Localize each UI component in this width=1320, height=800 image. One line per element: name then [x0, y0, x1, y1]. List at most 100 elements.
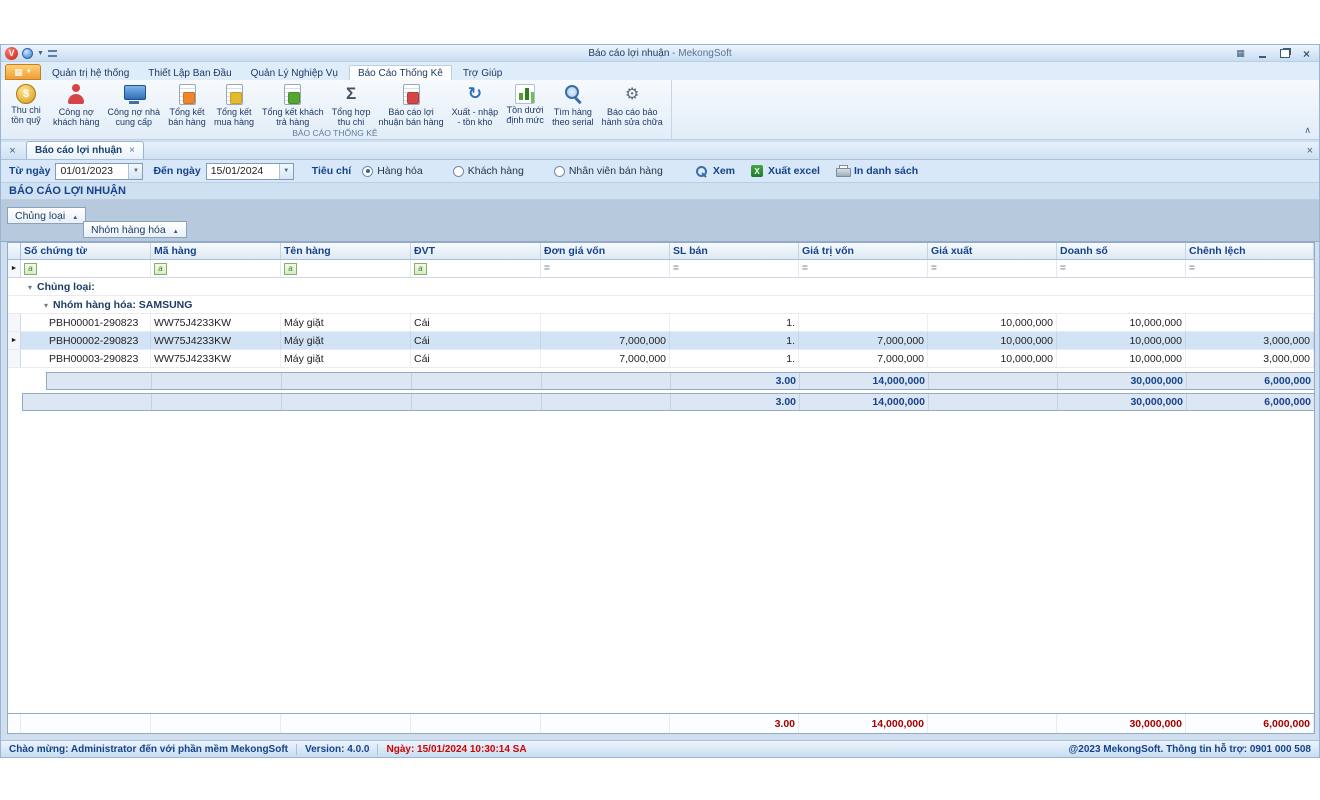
cell[interactable]: WW75J4233KW: [151, 314, 281, 331]
cell[interactable]: 1.: [670, 314, 799, 331]
tab-quan-ly-nghiep-vu[interactable]: Quản Lý Nghiệp Vụ: [243, 66, 346, 80]
ribbon-button-cong-no-nha-cung-cap[interactable]: Công nợ nhàcung cấp: [104, 81, 164, 128]
cell[interactable]: PBH00001-290823: [21, 314, 151, 331]
chevron-down-icon[interactable]: ▼: [37, 50, 44, 57]
app-logo-icon[interactable]: V: [5, 47, 18, 60]
cell[interactable]: 1.: [670, 332, 799, 349]
radio-hang-hoa[interactable]: Hàng hóa: [362, 165, 423, 177]
equals-filter-icon[interactable]: [544, 263, 550, 274]
cell[interactable]: PBH00002-290823: [21, 332, 151, 349]
cell[interactable]: 10,000,000: [928, 332, 1057, 349]
ribbon-button-bao-hanh-sua-chua[interactable]: Báo cáo bảohành sửa chữa: [598, 81, 667, 128]
table-row[interactable]: PBH00003-290823 WW75J4233KW Máy giặt Cái…: [8, 350, 1314, 368]
close-document-button[interactable]: ×: [1307, 145, 1313, 157]
column-header[interactable]: Doanh số: [1057, 243, 1186, 259]
ribbon-button-tong-ket-ban-hang[interactable]: Tổng kếtbán hàng: [164, 81, 210, 128]
auto-filter-row[interactable]: ►: [8, 260, 1314, 278]
text-filter-icon[interactable]: [284, 263, 297, 275]
cell[interactable]: 3,000,000: [1186, 350, 1314, 367]
tab-bao-cao-thong-ke[interactable]: Báo Cáo Thống Kê: [349, 65, 452, 80]
column-header[interactable]: ĐVT: [411, 243, 541, 259]
ribbon-button-ton-duoi-dinh-muc[interactable]: Tồn dướiđịnh mức: [502, 81, 548, 128]
radio-nhan-vien-ban-hang[interactable]: Nhân viên bán hàng: [554, 165, 663, 177]
column-header[interactable]: Giá xuất: [928, 243, 1057, 259]
column-header[interactable]: Chênh lệch: [1186, 243, 1314, 259]
cell[interactable]: [1186, 314, 1314, 331]
ribbon-button-xuat-nhap-ton-kho[interactable]: Xuất - nhập- tồn kho: [448, 81, 503, 128]
cell[interactable]: [799, 314, 928, 331]
group-row-chung-loai[interactable]: Chủng loại:: [8, 278, 1314, 296]
cell[interactable]: PBH00003-290823: [21, 350, 151, 367]
cell[interactable]: 3,000,000: [1186, 332, 1314, 349]
ribbon-button-tong-hop-thu-chi[interactable]: Tổng hợpthu chi: [328, 81, 375, 128]
equals-filter-icon[interactable]: [673, 263, 679, 274]
close-tab-icon[interactable]: ×: [129, 145, 135, 156]
close-all-tabs-button[interactable]: ×: [5, 143, 20, 158]
cell[interactable]: Máy giặt: [281, 314, 411, 331]
cell[interactable]: Máy giặt: [281, 350, 411, 367]
cell[interactable]: 10,000,000: [1057, 350, 1186, 367]
tab-quan-tri-he-thong[interactable]: Quản trị hệ thống: [44, 66, 137, 80]
group-row-nhom-hang-hoa[interactable]: Nhóm hàng hóa: SAMSUNG: [8, 296, 1314, 314]
ribbon-button-tong-ket-mua-hang[interactable]: Tổng kếtmua hàng: [210, 81, 258, 128]
text-filter-icon[interactable]: [414, 263, 427, 275]
ribbon-collapse-button[interactable]: ∧: [1304, 125, 1311, 136]
table-row[interactable]: PBH00001-290823 WW75J4233KW Máy giặt Cái…: [8, 314, 1314, 332]
cell[interactable]: Cái: [411, 332, 541, 349]
column-header[interactable]: Tên hàng: [281, 243, 411, 259]
equals-filter-icon[interactable]: [1060, 263, 1066, 274]
column-header[interactable]: Giá trị vốn: [799, 243, 928, 259]
cell[interactable]: 10,000,000: [928, 314, 1057, 331]
cell[interactable]: 10,000,000: [928, 350, 1057, 367]
cell[interactable]: Cái: [411, 350, 541, 367]
from-date-input[interactable]: 01/01/2023: [55, 163, 143, 180]
close-button[interactable]: ×: [1300, 47, 1313, 60]
document-tab-bao-cao-loi-nhuan[interactable]: Báo cáo lợi nhuận ×: [26, 141, 144, 159]
calendar-dropdown-icon[interactable]: [128, 164, 142, 179]
cell[interactable]: WW75J4233KW: [151, 332, 281, 349]
table-row-selected[interactable]: ► PBH00002-290823 WW75J4233KW Máy giặt C…: [8, 332, 1314, 350]
restore-button[interactable]: [1278, 47, 1291, 60]
tab-tro-giup[interactable]: Trợ Giúp: [455, 66, 511, 80]
tab-thiet-lap-ban-dau[interactable]: Thiết Lập Ban Đầu: [140, 66, 239, 80]
cell[interactable]: 7,000,000: [799, 350, 928, 367]
column-header[interactable]: Đơn giá vốn: [541, 243, 670, 259]
equals-filter-icon[interactable]: [1189, 263, 1195, 274]
ribbon-button-bao-cao-loi-nhuan[interactable]: Báo cáo lợinhuận bán hàng: [375, 81, 448, 128]
group-chip-chung-loai[interactable]: Chủng loại: [7, 207, 86, 224]
cell[interactable]: Cái: [411, 314, 541, 331]
group-by-band[interactable]: Chủng loại Nhóm hàng hóa: [1, 200, 1319, 242]
export-excel-button[interactable]: Xuất excel: [751, 165, 820, 177]
minimize-button[interactable]: [1256, 47, 1269, 60]
cell[interactable]: 7,000,000: [799, 332, 928, 349]
to-date-input[interactable]: 15/01/2024: [206, 163, 294, 180]
group-chip-nhom-hang-hoa[interactable]: Nhóm hàng hóa: [83, 221, 187, 238]
cell[interactable]: 7,000,000: [541, 332, 670, 349]
cell[interactable]: 7,000,000: [541, 350, 670, 367]
collapse-chevron-icon[interactable]: [28, 281, 32, 293]
collapse-chevron-icon[interactable]: [44, 299, 48, 311]
ribbon-button-cong-no-khach-hang[interactable]: Công nợkhách hàng: [49, 81, 104, 128]
text-filter-icon[interactable]: [154, 263, 167, 275]
text-filter-icon[interactable]: [24, 263, 37, 275]
calendar-dropdown-icon[interactable]: [279, 164, 293, 179]
cell[interactable]: WW75J4233KW: [151, 350, 281, 367]
column-header[interactable]: Mã hàng: [151, 243, 281, 259]
equals-filter-icon[interactable]: [931, 263, 937, 274]
cell[interactable]: 10,000,000: [1057, 314, 1186, 331]
cell[interactable]: 10,000,000: [1057, 332, 1186, 349]
ribbon-button-tim-hang-theo-serial[interactable]: Tìm hàngtheo serial: [548, 81, 598, 128]
print-list-button[interactable]: In danh sách: [836, 165, 918, 177]
cell[interactable]: [541, 314, 670, 331]
ribbon-button-thu-chi-ton-quy[interactable]: Thu chitồn quỹ: [3, 81, 49, 128]
view-button[interactable]: Xem: [695, 165, 735, 178]
cell[interactable]: Máy giặt: [281, 332, 411, 349]
ribbon-button-tong-ket-khach-tra-hang[interactable]: Tổng kết kháchtrả hàng: [258, 81, 328, 128]
quick-access-icon[interactable]: [22, 48, 33, 59]
cell[interactable]: 1.: [670, 350, 799, 367]
layout-icon[interactable]: [1234, 47, 1247, 60]
customize-toolbar-icon[interactable]: [48, 50, 57, 57]
column-header[interactable]: Số chứng từ: [21, 243, 151, 259]
application-menu-button[interactable]: ▦ ▼: [5, 64, 41, 80]
column-header[interactable]: SL bán: [670, 243, 799, 259]
